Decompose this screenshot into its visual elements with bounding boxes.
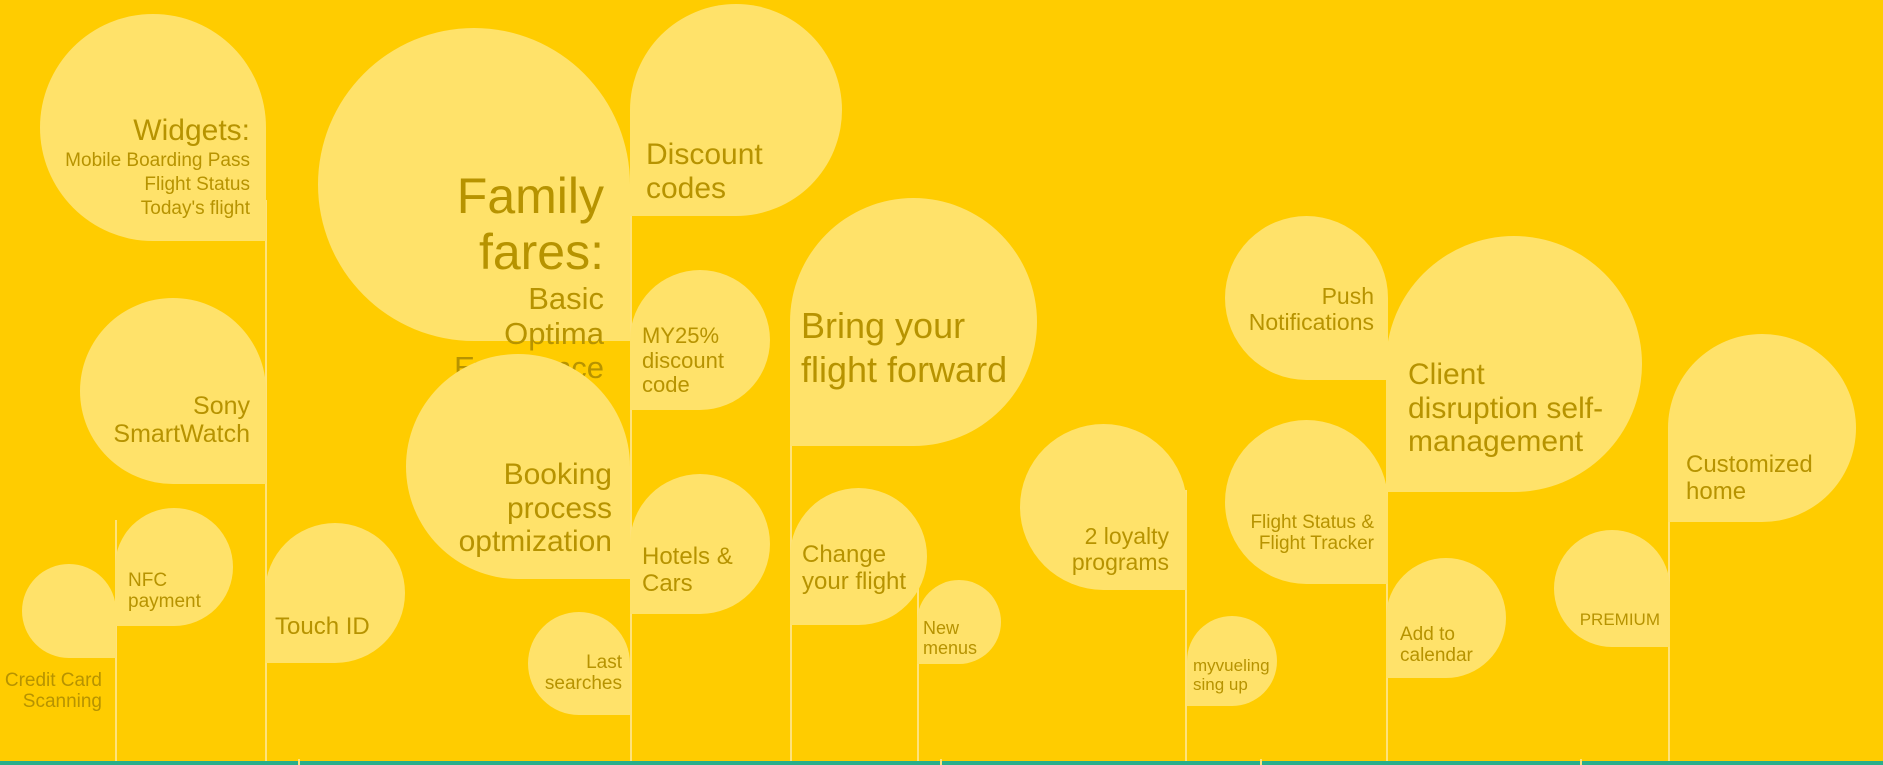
customized-home-line: Customized xyxy=(1686,451,1813,478)
my25-line: MY25% xyxy=(642,323,720,348)
widgets-item: Today's flight xyxy=(140,198,250,220)
timeline-tick xyxy=(940,759,942,765)
add-calendar-line: Add to xyxy=(1400,624,1455,645)
add-calendar-line: calendar xyxy=(1400,645,1473,667)
bubble-credit-card xyxy=(22,564,116,658)
nfc-line: NFC xyxy=(128,570,168,591)
timeline-tick xyxy=(298,759,300,765)
bubble-last-searches: Last searches xyxy=(528,612,630,715)
change-flight-line: your flight xyxy=(802,567,907,595)
hotels-line: Hotels & xyxy=(642,543,733,570)
bubble-push-notifications: Push Notifications xyxy=(1225,216,1388,380)
bubble-myvueling-signup: myvueling sing up xyxy=(1187,616,1277,706)
bubble-hotels-cars: Hotels & Cars xyxy=(630,474,770,614)
bring-forward-line: Bring your xyxy=(801,305,966,346)
family-fares-title: Family fares: xyxy=(456,168,604,280)
booking-line: Booking xyxy=(503,458,612,491)
push-line: Notifications xyxy=(1248,308,1374,335)
bubble-premium: PREMIUM xyxy=(1554,530,1670,647)
bubble-discount-codes: Discount codes xyxy=(630,4,842,216)
loyalty-line: programs xyxy=(1071,548,1169,575)
bubble-flight-status-tracker: Flight Status & Flight Tracker xyxy=(1225,420,1388,584)
bubble-touch-id: Touch ID xyxy=(265,523,405,663)
nfc-line: payment xyxy=(128,591,201,613)
last-searches-line: searches xyxy=(544,673,622,695)
my25-line: discount xyxy=(642,347,724,373)
credit-card-line: Scanning xyxy=(22,691,102,713)
bubble-change-flight: Change your flight xyxy=(790,488,927,625)
hotels-line: Cars xyxy=(642,569,693,597)
widgets-item: Mobile Boarding Pass xyxy=(65,149,250,171)
discount-codes-line: Discount xyxy=(646,138,763,171)
timeline-tick xyxy=(1580,759,1582,765)
new-menus-line: New xyxy=(923,618,960,638)
bubble-my25-discount: MY25% discount code xyxy=(630,270,770,410)
bubble-widgets: Widgets: Mobile Boarding Pass Flight Sta… xyxy=(40,14,266,241)
customized-home-line: home xyxy=(1686,477,1747,505)
bubble-add-to-calendar: Add to calendar xyxy=(1386,558,1506,678)
client-disruption-line: disruption self- xyxy=(1408,391,1604,425)
my25-line: code xyxy=(642,372,690,398)
family-fares-item: Optima xyxy=(504,315,604,351)
bubble-booking-process: Booking process optmization xyxy=(406,354,630,579)
bubble-customized-home: Customized home xyxy=(1668,334,1856,522)
flight-status-line: Flight Status & xyxy=(1250,512,1374,533)
widgets-title: Widgets: xyxy=(133,114,250,147)
flight-status-line: Flight Tracker xyxy=(1258,533,1374,555)
touch-id-line: Touch ID xyxy=(275,613,370,640)
new-menus-line: menus xyxy=(923,638,978,659)
credit-card-line: Credit Card xyxy=(4,670,102,691)
push-line: Push xyxy=(1321,283,1374,309)
sony-line: SmartWatch xyxy=(113,420,250,448)
timeline-tick xyxy=(1260,759,1262,765)
myvueling-line: myvueling xyxy=(1193,656,1270,675)
bubble-nfc-payment: NFC payment xyxy=(115,508,233,626)
bring-forward-line: flight forward xyxy=(801,349,1008,391)
credit-card-text: Credit Card Scanning xyxy=(0,670,102,713)
last-searches-line: Last xyxy=(586,652,622,673)
stem xyxy=(630,180,632,765)
booking-line: process xyxy=(506,491,612,525)
loyalty-line: 2 loyalty xyxy=(1084,523,1169,549)
bubble-bring-flight-forward: Bring your flight forward xyxy=(790,198,1037,446)
premium-line: PREMIUM xyxy=(1579,610,1660,629)
bubble-loyalty-programs: 2 loyalty programs xyxy=(1020,424,1187,590)
discount-codes-line: codes xyxy=(646,171,727,205)
booking-line: optmization xyxy=(458,525,612,559)
sony-line: Sony xyxy=(193,392,250,420)
myvueling-line: sing up xyxy=(1193,675,1248,695)
client-disruption-line: management xyxy=(1408,425,1584,459)
change-flight-line: Change xyxy=(802,541,887,568)
bubble-sony-smartwatch: Sony SmartWatch xyxy=(80,298,266,484)
family-fares-item: Basic xyxy=(528,281,604,316)
client-disruption-line: Client xyxy=(1408,358,1485,391)
bubble-family-fares: Family fares: Basic Optima Excellence xyxy=(318,28,630,385)
feature-bubble-chart: Widgets: Mobile Boarding Pass Flight Sta… xyxy=(0,0,1883,765)
bubble-new-menus: New menus xyxy=(917,580,1001,664)
widgets-item: Flight Status xyxy=(144,173,250,195)
bubble-client-disruption: Client disruption self- management xyxy=(1386,236,1642,492)
